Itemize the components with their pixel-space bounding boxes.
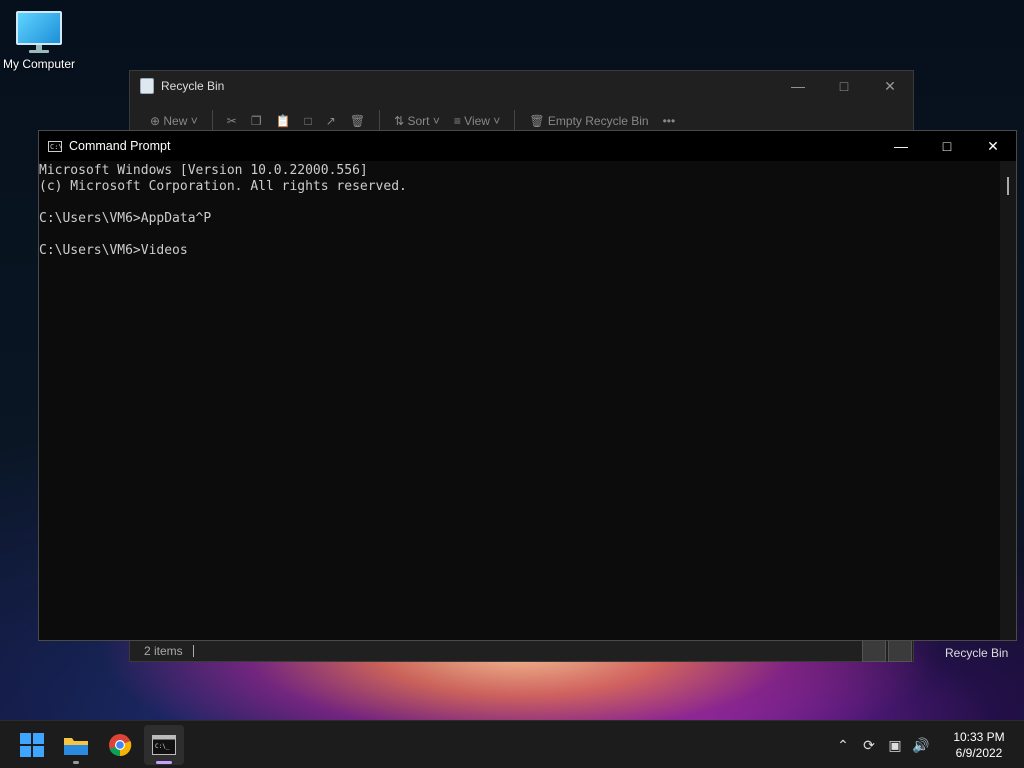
minimize-button[interactable]: — <box>775 71 821 101</box>
clock-time: 10:33 PM <box>953 730 1005 744</box>
rename-icon[interactable]: □ <box>305 114 312 128</box>
paste-icon[interactable]: 📋 <box>276 114 291 128</box>
close-button[interactable]: ✕ <box>867 71 913 101</box>
scrollbar-thumb[interactable] <box>1007 177 1009 195</box>
empty-recycle-bin-button[interactable]: 🗑 Empty Recycle Bin <box>529 114 648 128</box>
monitor-icon <box>16 11 62 45</box>
svg-text:C:\_: C:\_ <box>155 743 170 750</box>
cmd-titlebar[interactable]: C:\ Command Prompt <box>39 131 1016 161</box>
system-tray: ⌃ ⟳ ▣ 🔊 10:33 PM 6/9/2022 <box>830 721 1024 768</box>
status-bar: 2 items <box>130 639 913 662</box>
clock-date: 6/9/2022 <box>955 746 1003 760</box>
window-title: Recycle Bin <box>161 79 225 93</box>
view-button[interactable]: ≡ View ˅ <box>454 114 500 128</box>
desktop-icon-recycle-bin-label[interactable]: Recycle Bin <box>945 646 1008 660</box>
console-line: C:\Users\VM6>Videos <box>39 243 188 258</box>
window-title: Command Prompt <box>69 139 171 153</box>
console-output[interactable]: Microsoft Windows [Version 10.0.22000.55… <box>39 161 1000 640</box>
scrollbar[interactable] <box>1000 161 1016 640</box>
tiles-view-button[interactable] <box>888 640 912 662</box>
sort-button[interactable]: ⇅ Sort ˅ <box>394 114 440 128</box>
item-count: 2 items <box>144 643 183 658</box>
maximize-button[interactable]: □ <box>821 71 867 101</box>
desktop-icon-my-computer[interactable]: My Computer <box>0 8 78 71</box>
copy-icon[interactable]: ❐ <box>251 114 262 128</box>
command-prompt-window[interactable]: C:\ Command Prompt — □ ✕ Microsoft Windo… <box>38 130 1017 641</box>
share-icon[interactable]: ↗ <box>326 114 336 128</box>
new-button[interactable]: ⊕ New ˅ <box>150 114 198 128</box>
maximize-button[interactable]: □ <box>924 131 970 161</box>
minimize-button[interactable]: — <box>878 131 924 161</box>
start-button[interactable] <box>12 725 52 765</box>
volume-icon[interactable]: 🔊 <box>908 737 934 754</box>
desktop-icon-label: My Computer <box>2 57 76 71</box>
close-button[interactable]: ✕ <box>970 131 1016 161</box>
cmd-icon: C:\ <box>48 140 63 152</box>
network-icon[interactable]: ▣ <box>882 737 908 754</box>
cut-icon[interactable]: ✂ <box>227 114 237 128</box>
folder-icon <box>64 738 88 755</box>
clock[interactable]: 10:33 PM 6/9/2022 <box>934 729 1024 761</box>
details-view-button[interactable] <box>862 640 886 662</box>
console-line: (c) Microsoft Corporation. All rights re… <box>39 179 407 194</box>
command-prompt-button[interactable]: C:\_ <box>144 725 184 765</box>
more-options-button[interactable]: ••• <box>663 114 676 128</box>
command-prompt-icon: C:\_ <box>152 735 176 755</box>
chevron-up-icon[interactable]: ⌃ <box>830 737 856 754</box>
windows-logo-icon <box>20 733 44 757</box>
taskbar: C:\_ ⌃ ⟳ ▣ 🔊 10:33 PM 6/9/2022 <box>0 720 1024 768</box>
console-line: Microsoft Windows [Version 10.0.22000.55… <box>39 163 368 178</box>
recycle-bin-icon <box>140 78 154 94</box>
chrome-button[interactable] <box>100 725 140 765</box>
delete-icon[interactable]: 🗑 <box>350 114 365 128</box>
console-line: C:\Users\VM6>AppData^P <box>39 211 212 226</box>
sync-icon[interactable]: ⟳ <box>856 737 882 754</box>
chrome-icon <box>109 734 132 757</box>
file-explorer-button[interactable] <box>56 725 96 765</box>
